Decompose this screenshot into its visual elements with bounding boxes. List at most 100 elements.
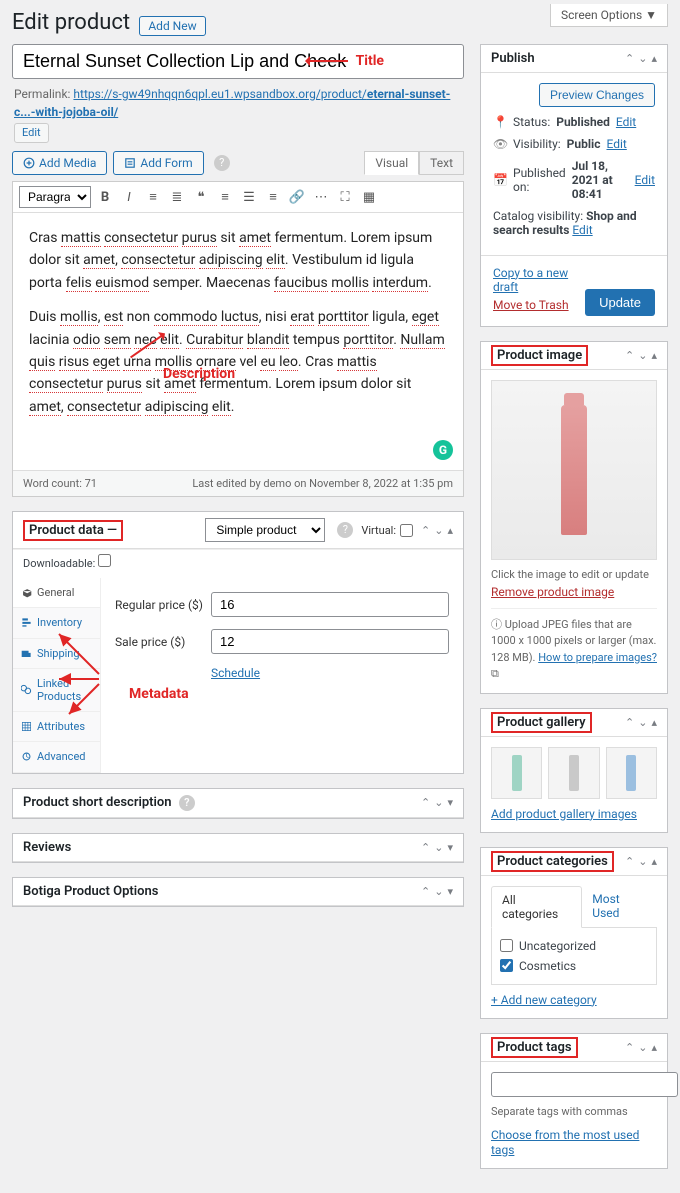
- italic-icon[interactable]: I: [119, 187, 139, 207]
- upload-note: ⓘ Upload JPEG files that are 1000 x 1000…: [491, 608, 657, 683]
- toolbar-toggle-icon[interactable]: ▦: [359, 187, 379, 207]
- reviews-title: Reviews: [23, 840, 421, 855]
- pd-tab-shipping[interactable]: Shipping: [13, 639, 100, 669]
- format-select[interactable]: Paragraph: [19, 186, 91, 208]
- numbered-list-icon[interactable]: ≣: [167, 187, 187, 207]
- product-image-title: Product image: [491, 345, 588, 366]
- gallery-thumb[interactable]: [606, 747, 657, 799]
- sale-price-input[interactable]: [211, 629, 449, 654]
- update-button[interactable]: Update: [585, 289, 655, 316]
- add-form-button[interactable]: Add Form: [113, 151, 203, 175]
- how-to-link[interactable]: How to prepare images?: [538, 651, 657, 664]
- move-down-icon[interactable]: ⌄: [434, 524, 443, 537]
- virtual-checkbox[interactable]: [400, 524, 413, 537]
- help-icon[interactable]: ?: [179, 795, 195, 811]
- choose-tags-link[interactable]: Choose from the most used tags: [491, 1128, 639, 1157]
- bullet-list-icon[interactable]: ≡: [143, 187, 163, 207]
- move-down-icon[interactable]: ⌄: [434, 885, 443, 898]
- add-media-button[interactable]: Add Media: [12, 151, 107, 175]
- product-type-select[interactable]: Simple product: [205, 518, 325, 542]
- product-tags-title: Product tags: [491, 1037, 578, 1058]
- move-down-icon[interactable]: ⌄: [638, 349, 647, 362]
- toggle-icon[interactable]: ▴: [447, 524, 453, 537]
- category-item[interactable]: Uncategorized: [500, 936, 648, 956]
- toggle-icon[interactable]: ▾: [447, 885, 453, 898]
- move-down-icon[interactable]: ⌄: [638, 855, 647, 868]
- move-up-icon[interactable]: ⌃: [625, 1041, 634, 1054]
- editor-tab-text[interactable]: Text: [419, 151, 464, 175]
- pd-tab-advanced[interactable]: Advanced: [13, 742, 100, 772]
- permalink-row: Permalink: https://s-gw49nhqqn6qpl.eu1.w…: [14, 85, 462, 144]
- link-icon[interactable]: 🔗: [287, 187, 307, 207]
- category-item[interactable]: Cosmetics: [500, 956, 648, 976]
- move-up-icon[interactable]: ⌃: [421, 885, 430, 898]
- move-up-icon[interactable]: ⌃: [421, 524, 430, 537]
- schedule-link[interactable]: Schedule: [211, 666, 260, 680]
- move-up-icon[interactable]: ⌃: [625, 52, 634, 65]
- toggle-icon[interactable]: ▴: [651, 716, 657, 729]
- edit-visibility-link[interactable]: Edit: [606, 137, 626, 151]
- move-up-icon[interactable]: ⌃: [421, 796, 430, 809]
- toggle-icon[interactable]: ▴: [651, 1041, 657, 1054]
- pd-tab-inventory[interactable]: Inventory: [13, 608, 100, 638]
- move-down-icon[interactable]: ⌄: [434, 841, 443, 854]
- regular-price-input[interactable]: [211, 592, 449, 617]
- align-left-icon[interactable]: ≡: [215, 187, 235, 207]
- copy-draft-link[interactable]: Copy to a new draft: [493, 266, 585, 294]
- downloadable-checkbox[interactable]: [98, 554, 111, 567]
- move-up-icon[interactable]: ⌃: [421, 841, 430, 854]
- preview-changes-button[interactable]: Preview Changes: [539, 83, 655, 107]
- product-data-title: Product data —: [23, 520, 123, 541]
- align-right-icon[interactable]: ≡: [263, 187, 283, 207]
- move-down-icon[interactable]: ⌄: [638, 1041, 647, 1054]
- fullscreen-icon[interactable]: ⛶: [335, 187, 355, 207]
- permalink-link[interactable]: https://s-gw49nhqqn6qpl.eu1.wpsandbox.or…: [14, 87, 450, 119]
- product-image-preview[interactable]: [491, 380, 657, 560]
- edit-status-link[interactable]: Edit: [616, 115, 636, 129]
- editor-tab-visual[interactable]: Visual: [364, 151, 419, 175]
- edit-catalog-link[interactable]: Edit: [572, 223, 592, 237]
- grammarly-icon[interactable]: G: [433, 440, 453, 460]
- toggle-icon[interactable]: ▴: [651, 855, 657, 868]
- edit-date-link[interactable]: Edit: [635, 173, 655, 187]
- toggle-icon[interactable]: ▾: [447, 796, 453, 809]
- publish-title: Publish: [491, 51, 625, 66]
- move-down-icon[interactable]: ⌄: [638, 716, 647, 729]
- bold-icon[interactable]: B: [95, 187, 115, 207]
- pin-icon: 📍: [493, 115, 507, 129]
- move-trash-link[interactable]: Move to Trash: [493, 298, 585, 312]
- quote-icon[interactable]: ❝: [191, 187, 211, 207]
- gallery-thumb[interactable]: [491, 747, 542, 799]
- help-icon[interactable]: ?: [214, 155, 230, 171]
- add-new-button[interactable]: Add New: [139, 16, 205, 36]
- category-checkbox[interactable]: [500, 939, 513, 952]
- toggle-icon[interactable]: ▴: [651, 52, 657, 65]
- regular-price-label: Regular price ($): [115, 598, 211, 612]
- more-icon[interactable]: ⋯: [311, 187, 331, 207]
- editor-content[interactable]: Cras mattis consectetur purus sit amet f…: [13, 213, 463, 470]
- category-checkbox[interactable]: [500, 959, 513, 972]
- align-center-icon[interactable]: ☰: [239, 187, 259, 207]
- remove-image-link[interactable]: Remove product image: [491, 585, 614, 599]
- pd-tab-linked-products[interactable]: Linked Products: [13, 669, 100, 712]
- help-icon[interactable]: ?: [337, 522, 353, 538]
- pd-tab-attributes[interactable]: Attributes: [13, 712, 100, 742]
- product-title-input[interactable]: [12, 44, 464, 79]
- move-up-icon[interactable]: ⌃: [625, 716, 634, 729]
- cat-tab-all[interactable]: All categories: [491, 886, 582, 928]
- move-down-icon[interactable]: ⌄: [434, 796, 443, 809]
- toggle-icon[interactable]: ▾: [447, 841, 453, 854]
- move-up-icon[interactable]: ⌃: [625, 349, 634, 362]
- screen-options-button[interactable]: Screen Options ▼: [550, 4, 668, 27]
- add-gallery-link[interactable]: Add product gallery images: [491, 807, 637, 821]
- toggle-icon[interactable]: ▴: [651, 349, 657, 362]
- move-up-icon[interactable]: ⌃: [625, 855, 634, 868]
- cat-tab-used[interactable]: Most Used: [582, 886, 657, 927]
- move-down-icon[interactable]: ⌄: [638, 52, 647, 65]
- tags-input[interactable]: [491, 1072, 678, 1097]
- eye-icon: 👁: [493, 137, 507, 151]
- pd-tab-general[interactable]: General: [13, 578, 100, 608]
- add-category-link[interactable]: + Add new category: [491, 993, 597, 1007]
- gallery-thumb[interactable]: [548, 747, 599, 799]
- permalink-edit-button[interactable]: Edit: [14, 123, 49, 144]
